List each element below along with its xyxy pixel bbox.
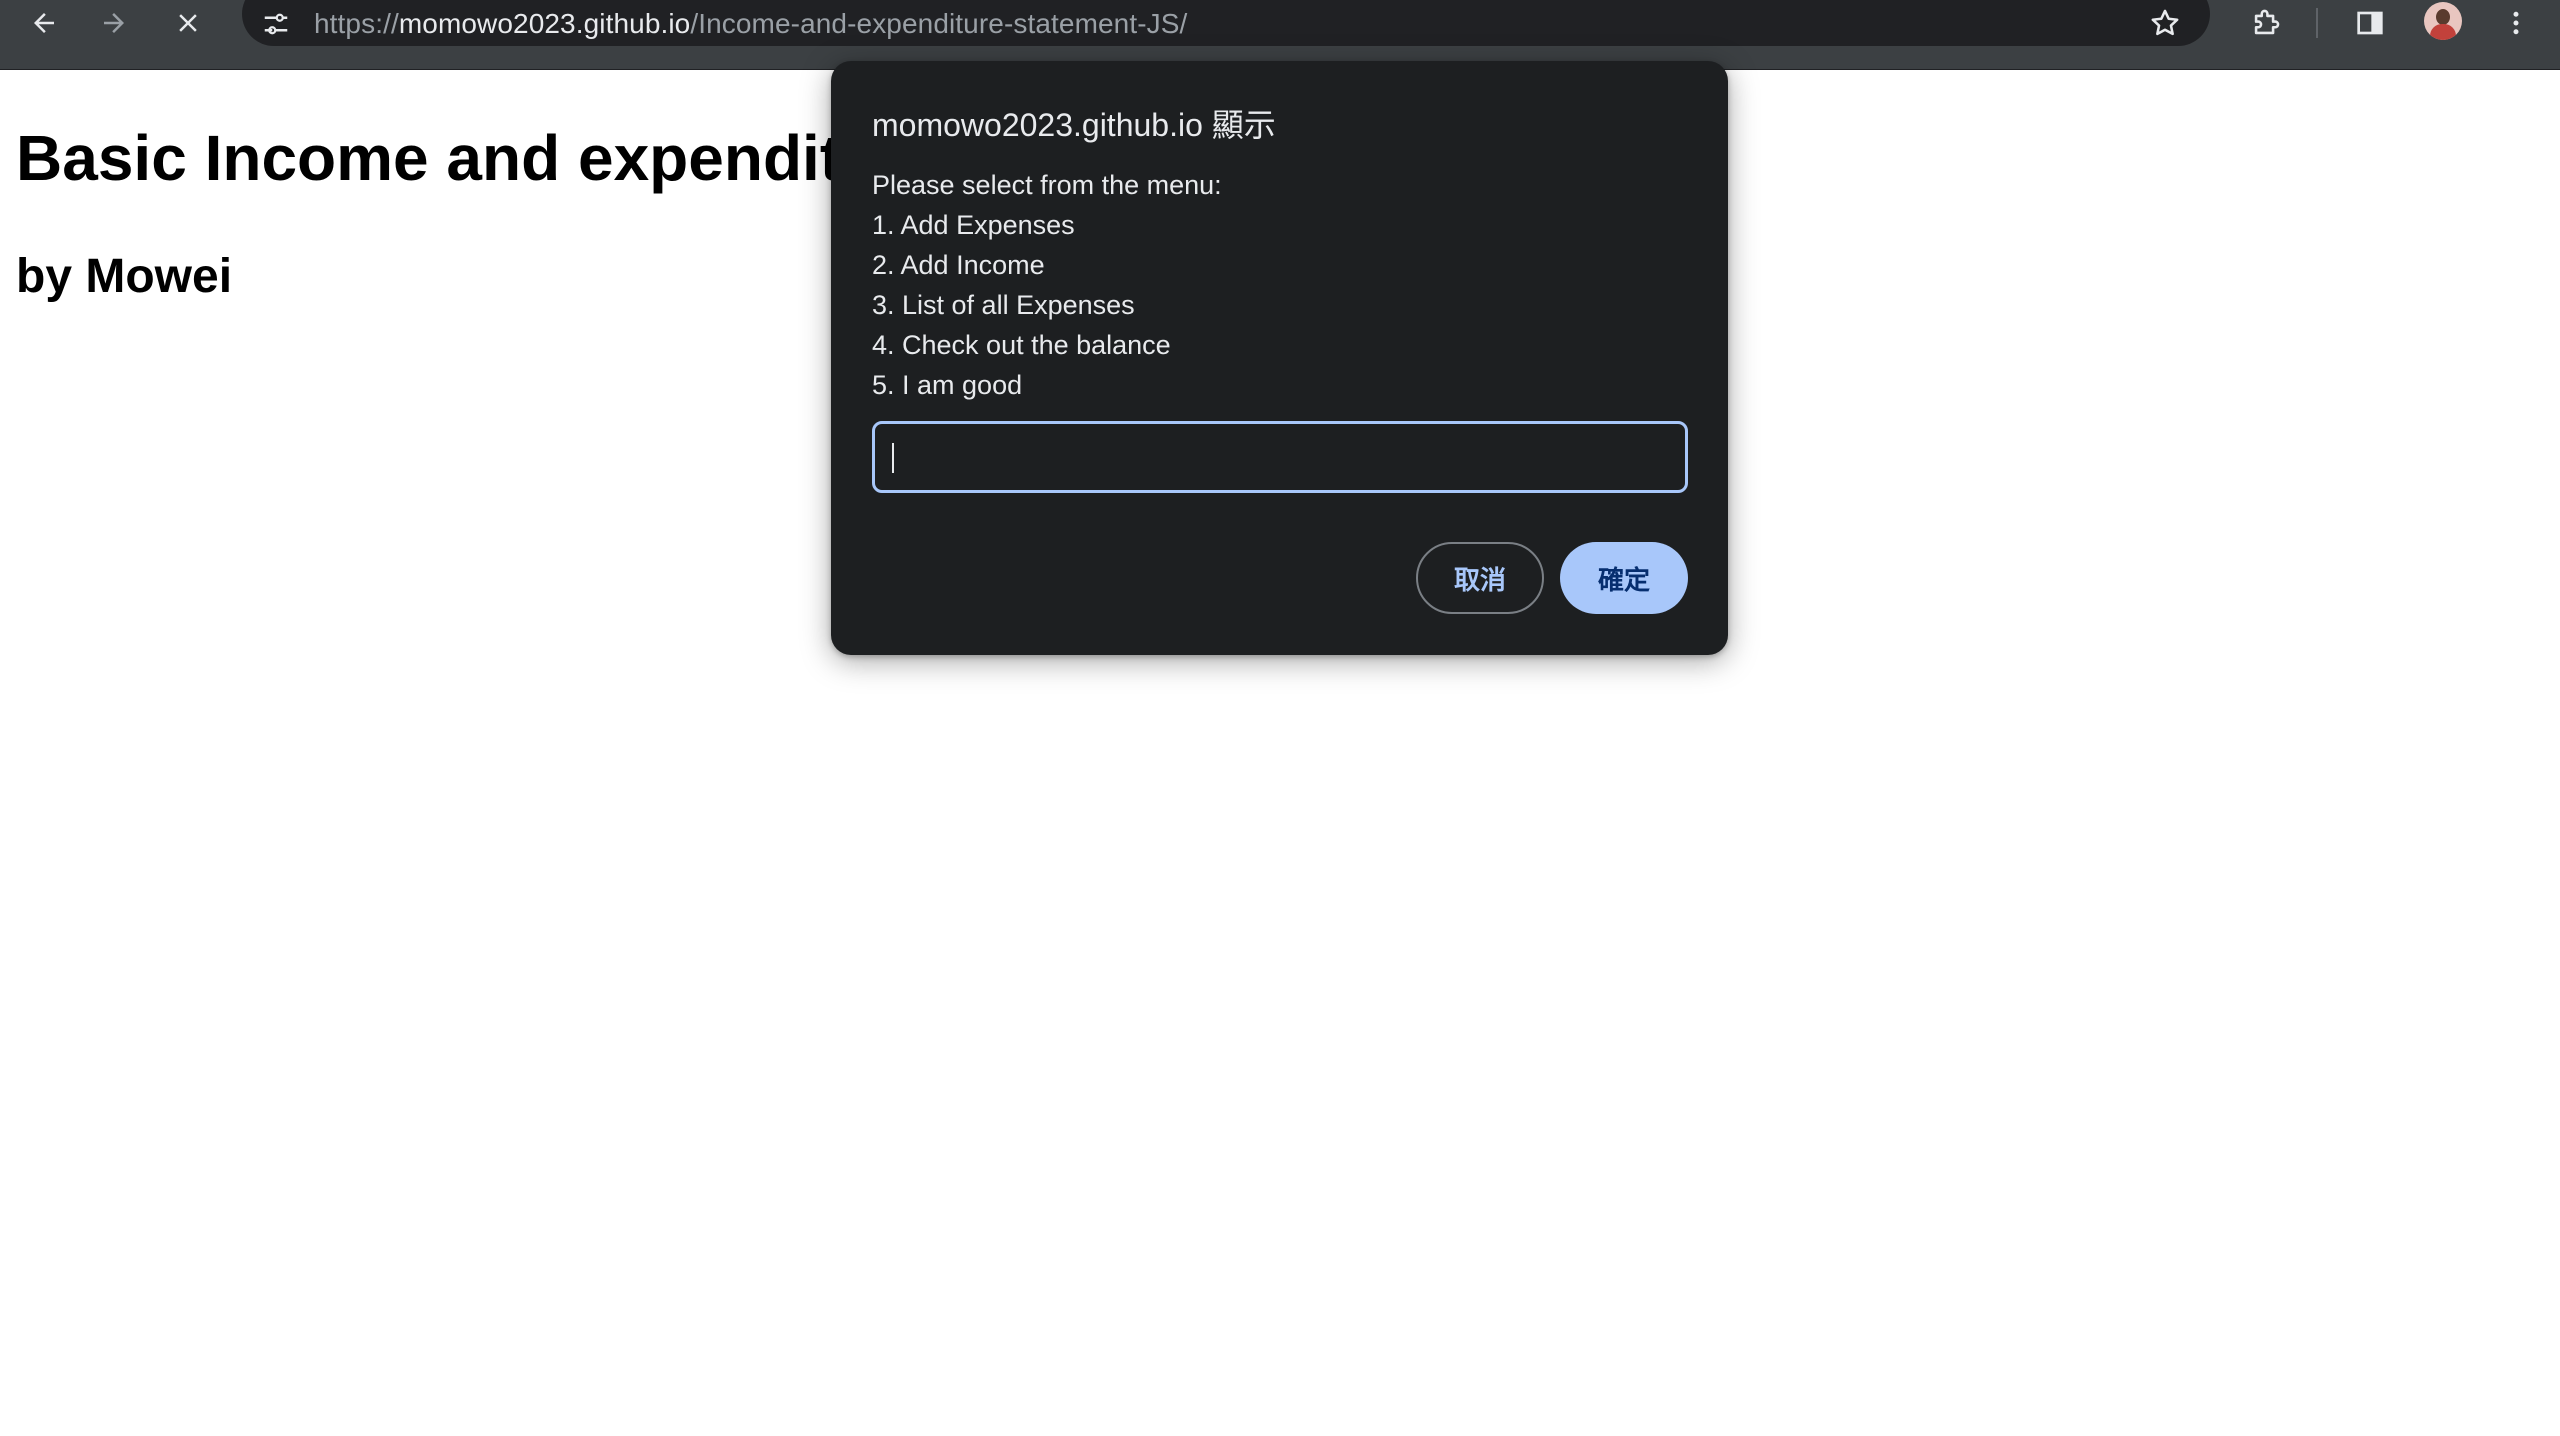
menu-option-add-income: 2. Add Income: [872, 250, 1045, 280]
prompt-input[interactable]: [872, 421, 1688, 493]
cancel-button[interactable]: 取消: [1416, 542, 1544, 614]
back-button[interactable]: [14, 0, 74, 46]
side-panel-button[interactable]: [2340, 0, 2400, 46]
site-info-button[interactable]: [254, 4, 298, 44]
more-vertical-icon: [2513, 11, 2519, 35]
forward-button[interactable]: [84, 0, 144, 46]
url-path: /Income-and-expenditure-statement-JS/: [690, 8, 1188, 39]
back-arrow-icon: [34, 13, 54, 33]
forward-arrow-icon: [104, 13, 124, 33]
avatar-body: [2430, 24, 2456, 40]
extensions-button[interactable]: [2236, 0, 2296, 46]
avatar[interactable]: [2424, 2, 2462, 40]
menu-option-add-expenses: 1. Add Expenses: [872, 210, 1075, 240]
url-scheme: https://: [314, 8, 399, 39]
tune-icon: [264, 13, 288, 35]
dialog-title: momowo2023.github.io 顯示: [872, 107, 1276, 143]
url-host: momowo2023.github.io: [398, 8, 691, 39]
prompt-dialog: momowo2023.github.io 顯示 Please select fr…: [831, 61, 1728, 655]
menu-option-list-expenses: 3. List of all Expenses: [872, 290, 1135, 320]
menu-option-i-am-good: 5. I am good: [872, 370, 1023, 400]
close-icon: [179, 14, 197, 32]
page-subtitle: by Mowei: [16, 250, 233, 303]
ok-button[interactable]: 確定: [1560, 542, 1688, 614]
side-panel-icon: [2357, 11, 2383, 35]
puzzle-icon: [2254, 9, 2280, 35]
avatar-head: [2436, 9, 2450, 25]
toolbar-divider: [2316, 8, 2318, 38]
menu-option-check-balance: 4. Check out the balance: [872, 330, 1171, 360]
dialog-message-line: Please select from the menu:: [872, 170, 1222, 200]
text-caret: [892, 443, 894, 473]
star-icon: [2151, 9, 2179, 36]
browser-toolbar: https://momowo2023.github.io/Income-and-…: [0, 0, 2560, 70]
browser-menu-button[interactable]: [2486, 0, 2546, 46]
bookmark-button[interactable]: [2140, 0, 2190, 46]
stop-loading-button[interactable]: [158, 0, 218, 46]
url-text[interactable]: https://momowo2023.github.io/Income-and-…: [314, 4, 1187, 44]
dialog-message: Please select from the menu: 1. Add Expe…: [872, 165, 1222, 405]
